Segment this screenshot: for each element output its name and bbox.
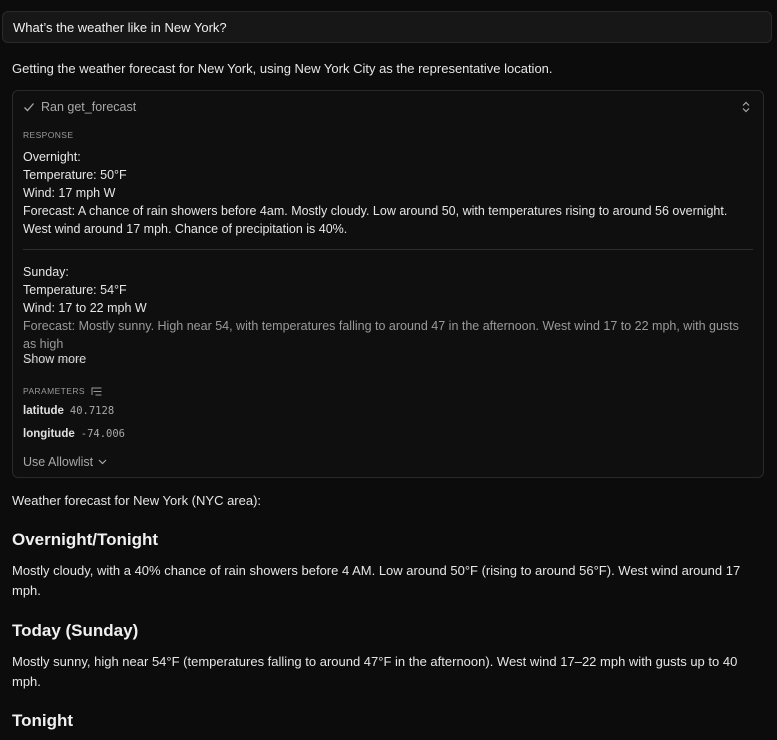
period-divider: [23, 249, 753, 250]
param-value: -74.006: [80, 428, 126, 440]
assistant-intro: Getting the weather forecast for New Yor…: [12, 61, 553, 76]
tool-call-status: Ran get_forecast: [41, 100, 137, 114]
response-label: RESPONSE: [23, 130, 74, 140]
period-forecast: Forecast: Mostly sunny. High near 54, wi…: [23, 319, 739, 351]
period-name: Sunday:: [23, 265, 69, 279]
user-message: What’s the weather like in New York?: [2, 11, 772, 43]
expand-collapse-icon[interactable]: [741, 101, 751, 113]
period-temperature: Temperature: 50°F: [23, 168, 127, 182]
chevron-down-icon: [98, 459, 107, 465]
section-heading: Today (Sunday): [12, 621, 139, 640]
section-text: Mostly cloudy, with a 40% chance of rain…: [12, 563, 741, 598]
section-heading: Tonight: [12, 711, 74, 730]
user-message-text: What’s the weather like in New York?: [13, 19, 227, 35]
tool-call-card: Ran get_forecast RESPONSE Overnight: Tem…: [12, 90, 764, 478]
period-forecast-faded: as 40 mph.: [23, 355, 85, 363]
param-key: longitude: [23, 428, 75, 440]
period-forecast: Forecast: A chance of rain showers befor…: [23, 204, 728, 236]
section-text: Mostly sunny, high near 54°F (temperatur…: [12, 654, 738, 689]
period-wind: Wind: 17 to 22 mph W: [23, 301, 147, 315]
param-longitude: longitude -74.006: [23, 428, 125, 440]
show-more-button[interactable]: Show more: [23, 352, 86, 366]
param-key: latitude: [23, 405, 64, 417]
check-icon: [24, 103, 34, 112]
forecast-period-sunday: Sunday: Temperature: 54°F Wind: 17 to 22…: [23, 263, 755, 363]
summary-intro: Weather forecast for New York (NYC area)…: [12, 493, 262, 508]
parameters-label: PARAMETERS: [23, 386, 85, 396]
period-wind: Wind: 17 mph W: [23, 186, 116, 200]
param-latitude: latitude 40.7128: [23, 405, 114, 417]
tool-call-header[interactable]: Ran get_forecast: [23, 100, 136, 114]
use-allowlist-dropdown[interactable]: Use Allowlist: [23, 455, 107, 469]
allowlist-label: Use Allowlist: [23, 455, 94, 469]
section-heading: Overnight/Tonight: [12, 530, 159, 549]
parameters-header: PARAMETERS: [23, 386, 102, 396]
list-icon: [91, 387, 102, 395]
period-name: Overnight:: [23, 150, 81, 164]
period-temperature: Temperature: 54°F: [23, 283, 127, 297]
forecast-period-overnight: Overnight: Temperature: 50°F Wind: 17 mp…: [23, 148, 755, 238]
param-value: 40.7128: [69, 405, 115, 417]
